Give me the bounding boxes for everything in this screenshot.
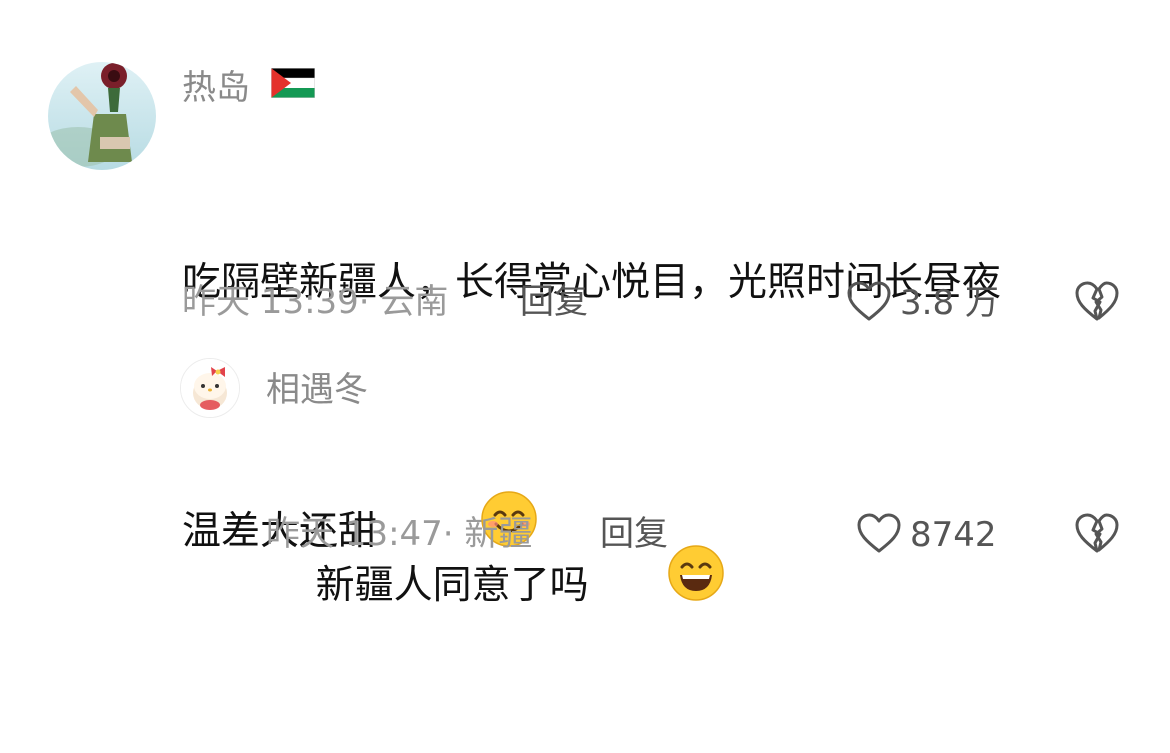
like-button[interactable]: 3.8 万 [846,280,999,326]
username-text[interactable]: 热岛 [182,68,250,108]
comment-text-line: 新疆人同意了吗 [315,563,589,608]
avatar[interactable] [180,358,240,418]
like-count: 3.8 万 [900,283,999,323]
reply-button[interactable]: 回复 [520,282,588,322]
grinning-face-icon [593,482,725,683]
broken-heart-icon[interactable] [1074,280,1120,326]
like-button[interactable]: 8742 [856,512,997,558]
avatar[interactable] [48,62,156,170]
comment-text: 新疆人同意了吗 [266,430,1126,745]
heart-outline-icon[interactable] [846,280,892,326]
like-count: 8742 [910,515,997,555]
comment-time-location: 昨天 13:47· 新疆 [266,514,533,554]
palestine-flag-icon [270,67,316,107]
heart-outline-icon[interactable] [856,512,902,558]
reply-button[interactable]: 回复 [600,514,668,554]
comment-time-location: 昨天 13:39· 云南 [182,282,449,322]
broken-heart-icon[interactable] [1074,512,1120,558]
username[interactable]: 热岛 [182,67,316,108]
username[interactable]: 相遇冬 [266,370,368,410]
